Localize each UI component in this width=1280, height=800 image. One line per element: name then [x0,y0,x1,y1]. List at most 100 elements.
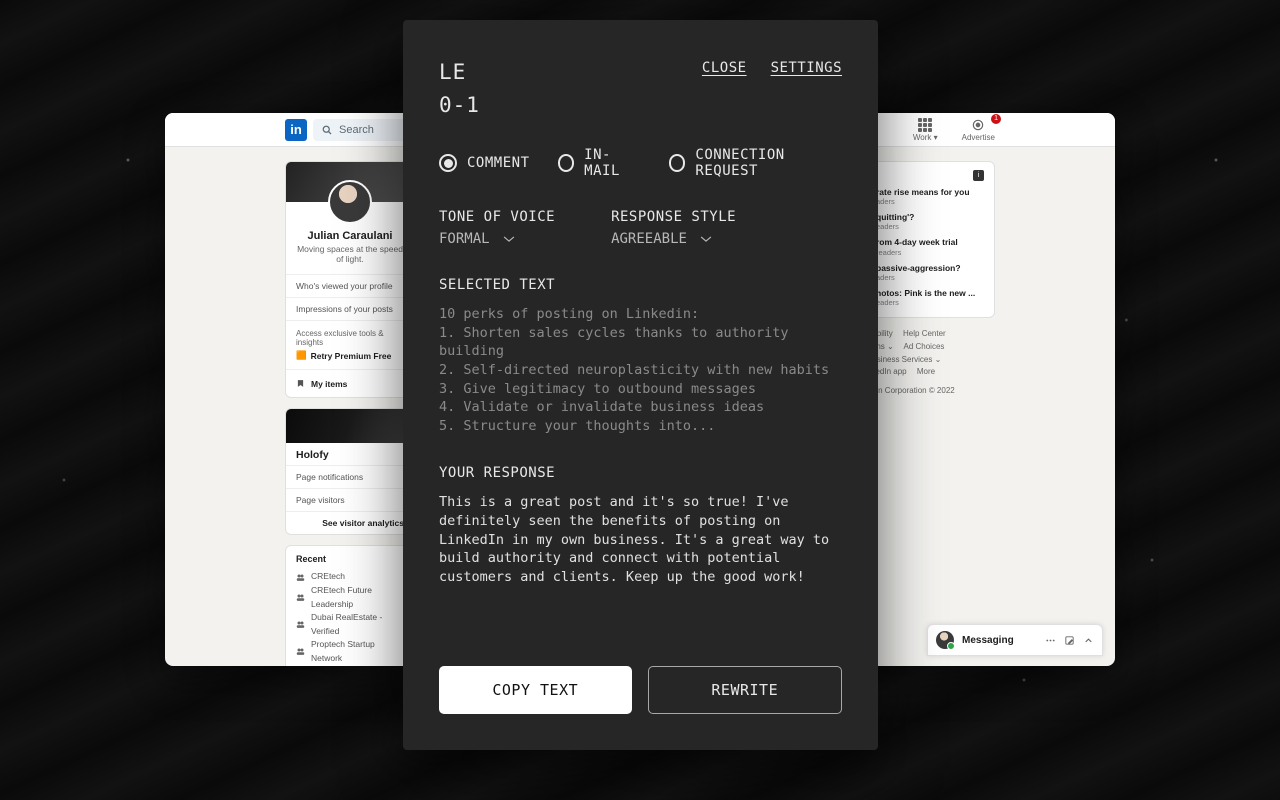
news-item[interactable]: rom 4-day week trialreaders [876,237,984,256]
news-title: passive-aggression? [876,263,984,273]
holofy-visitors[interactable]: Page visitors [286,488,414,511]
premium-retry-label: Retry Premium Free [311,351,392,361]
messaging-bar[interactable]: Messaging [927,624,1103,656]
grid-icon [918,118,932,132]
footer-link[interactable]: Help Center [903,329,946,338]
radio-label: CONNECTION REQUEST [695,147,842,179]
radio-connection-request[interactable]: CONNECTION REQUEST [669,147,842,179]
profile-stat-views[interactable]: Who's viewed your profile [286,274,414,297]
list-item-label: Proptech Startup Network [311,638,404,665]
my-items[interactable]: My items [286,369,414,397]
tone-value-text: FORMAL [439,231,490,247]
footer-links: ssibility Help Center erms ⌄ Ad Choices … [865,328,995,398]
premium-icon: 🟧 [296,350,307,361]
copy-text-button[interactable]: COPY TEXT [439,666,632,714]
news-sub: readers [876,248,984,257]
holofy-card: Holofy Page notifications Page visitors … [285,408,415,535]
news-sub: eaders [876,222,984,231]
panel-header-links: CLOSE SETTINGS [702,60,842,76]
right-column: i rate rise means for youaders quitting'… [865,161,995,666]
messaging-label: Messaging [962,635,1014,646]
footer-copyright: edIn Corporation © 2022 [867,385,995,398]
target-icon [971,118,985,132]
news-title: rom 4-day week trial [876,237,984,247]
news-item[interactable]: passive-aggression?aders [876,263,984,282]
rewrite-button[interactable]: REWRITE [648,666,843,714]
recent-card: Recent CREtech CREtech Future Leadership… [285,545,415,666]
linkedin-logo[interactable]: in [285,119,307,141]
profile-name[interactable]: Julian Caraulani [294,230,406,242]
selected-text-label: SELECTED TEXT [439,277,842,293]
list-item-label: Dubai RealEstate - Verified [311,611,404,638]
news-sub: eaders [876,298,984,307]
chevron-down-icon [699,235,713,243]
holofy-notifications[interactable]: Page notifications [286,465,414,488]
brand-line1: LE [439,56,480,89]
nav-advertise-label: Advertise [962,133,995,142]
radio-inmail[interactable]: IN-MAIL [558,147,641,179]
extension-panel: LE 0-1 CLOSE SETTINGS COMMENT IN-MAIL CO… [403,20,878,750]
group-icon [296,593,305,602]
more-icon[interactable] [1045,635,1056,646]
holofy-title[interactable]: Holofy [296,449,404,461]
my-items-label: My items [311,379,347,389]
group-icon [296,573,305,582]
news-item[interactable]: rate rise means for youaders [876,187,984,206]
your-response-label: YOUR RESPONSE [439,465,842,481]
list-item[interactable]: Proptech Startup Network [296,638,404,665]
list-item[interactable]: CREtech [296,570,404,584]
compose-icon[interactable] [1064,635,1075,646]
news-sub: aders [876,197,984,206]
footer-link[interactable]: Ad Choices [903,342,944,351]
tone-select[interactable]: TONE OF VOICE FORMAL [439,209,555,247]
your-response-content: This is a great post and it's so true! I… [439,493,842,586]
holofy-banner [286,409,414,443]
footer-link[interactable]: Business Services ⌄ [867,355,941,364]
news-item[interactable]: quitting'?eaders [876,212,984,231]
panel-buttons: COPY TEXT REWRITE [439,666,842,714]
news-sub: aders [876,273,984,282]
premium-tagline: Access exclusive tools & insights [296,329,404,347]
radio-icon [439,154,457,172]
mode-radios: COMMENT IN-MAIL CONNECTION REQUEST [439,147,842,179]
list-item[interactable]: Dubai RealEstate - Verified [296,611,404,638]
list-item[interactable]: CREtech Future Leadership [296,584,404,611]
brand-logo: LE 0-1 [439,56,480,121]
nav-advertise[interactable]: 1 Advertise [962,118,995,142]
avatar [936,631,954,649]
footer-link[interactable]: More [917,367,935,376]
style-value: AGREEABLE [611,231,736,247]
style-select[interactable]: RESPONSE STYLE AGREEABLE [611,209,736,247]
chevron-down-icon [502,235,516,243]
left-column: Julian Caraulani Moving spaces at the sp… [285,161,415,666]
panel-header: LE 0-1 CLOSE SETTINGS [439,56,842,121]
premium-block[interactable]: Access exclusive tools & insights 🟧 Retr… [286,320,414,369]
radio-label: IN-MAIL [584,147,640,179]
info-icon[interactable]: i [973,170,984,181]
tone-value: FORMAL [439,231,555,247]
nav-work-label: Work ▾ [913,133,938,142]
radio-comment[interactable]: COMMENT [439,147,530,179]
news-card: i rate rise means for youaders quitting'… [865,161,995,318]
notification-badge: 1 [991,114,1001,124]
avatar[interactable] [328,180,372,224]
recent-title: Recent [296,554,404,564]
radio-label: COMMENT [467,155,530,171]
profile-stat-impressions[interactable]: Impressions of your posts [286,297,414,320]
search-placeholder: Search [339,124,374,136]
chevron-up-icon[interactable] [1083,635,1094,646]
settings-button[interactable]: SETTINGS [771,60,842,76]
profile-card: Julian Caraulani Moving spaces at the sp… [285,161,415,398]
style-label: RESPONSE STYLE [611,209,736,225]
close-button[interactable]: CLOSE [702,60,747,76]
selected-text-content: 10 perks of posting on Linkedin: 1. Shor… [439,305,842,435]
nav-work[interactable]: Work ▾ [913,118,938,142]
news-title: rate rise means for you [876,187,984,197]
news-item[interactable]: hotos: Pink is the new ...eaders [876,288,984,307]
visitor-analytics-link[interactable]: See visitor analytics [286,511,414,534]
list-item-label: CREtech [311,570,345,584]
profile-tagline: Moving spaces at the speed of light. [294,244,406,264]
brand-line2: 0-1 [439,89,480,122]
search-icon [321,124,333,136]
panel-selects: TONE OF VOICE FORMAL RESPONSE STYLE AGRE… [439,209,842,247]
